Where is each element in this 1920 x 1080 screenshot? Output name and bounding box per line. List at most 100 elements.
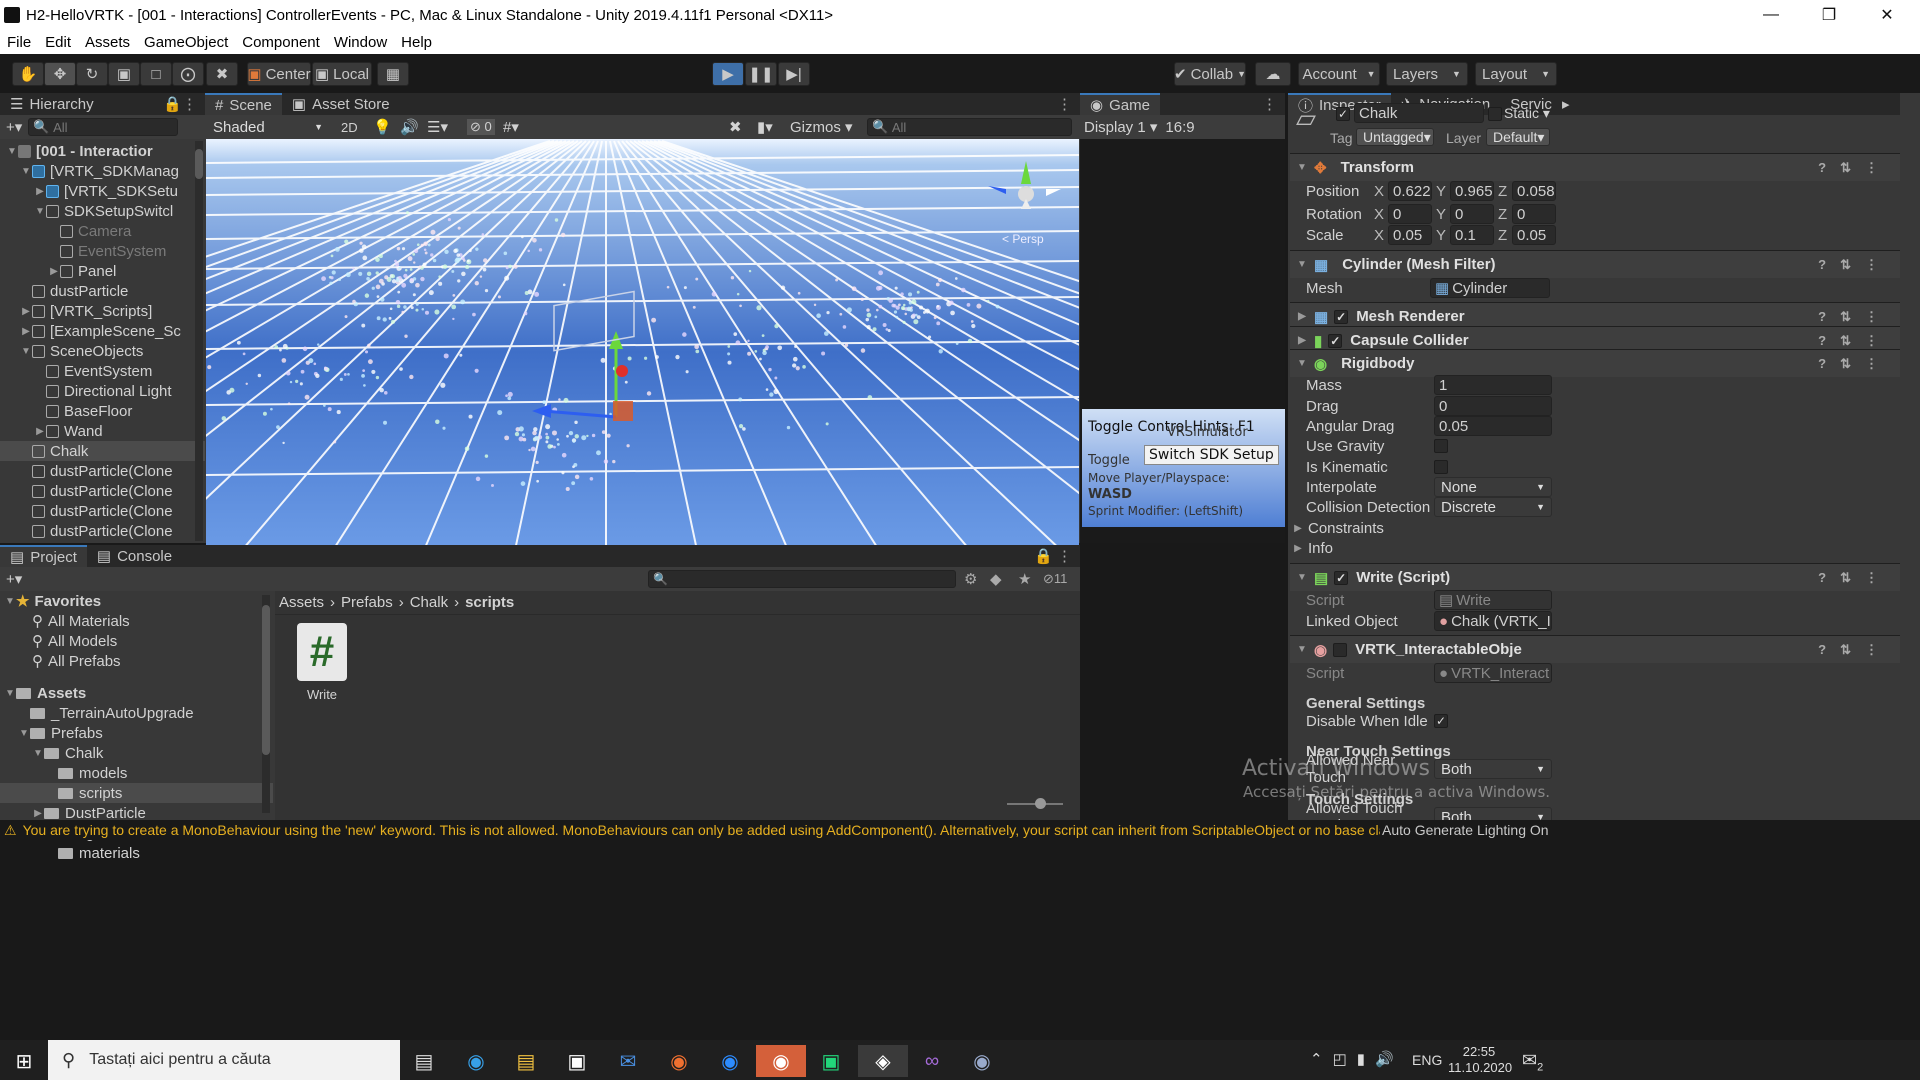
grid-toggle-icon[interactable]: #▾ — [503, 118, 519, 136]
hierarchy-item[interactable]: ▶ [VRTK_SDKSetu — [0, 181, 205, 201]
more-menu-icon[interactable]: ⋮ — [1865, 356, 1878, 372]
unity-icon[interactable]: ◈ — [858, 1045, 908, 1077]
hierarchy-item[interactable]: dustParticle(Clone — [0, 481, 205, 501]
more-menu-icon[interactable]: ⋮ — [1865, 160, 1878, 176]
menu-window[interactable]: Window — [327, 34, 394, 51]
allowed-near-touch-dropdown[interactable]: Both ▼ — [1434, 759, 1552, 779]
hierarchy-scene-root[interactable]: ▼ [001 - Interactior — [0, 141, 205, 161]
pause-button[interactable]: ❚❚ — [745, 62, 777, 86]
cloud-icon[interactable]: ☁ — [1255, 62, 1291, 86]
help-icon[interactable]: ? — [1818, 356, 1826, 372]
static-dropdown[interactable]: Static ▾ — [1504, 105, 1550, 122]
hidden-objects-toggle[interactable]: ⊘ 0 — [467, 119, 495, 135]
preset-icon[interactable]: ⇅ — [1840, 333, 1851, 349]
play-button[interactable]: ▶ — [712, 62, 744, 86]
scene-viewport[interactable]: < Persp — [206, 139, 1079, 565]
csharp-script-icon[interactable]: # — [297, 623, 347, 681]
asset-label[interactable]: Write — [297, 687, 347, 702]
is-kinematic-checkbox[interactable] — [1434, 460, 1448, 474]
collision-detection-dropdown[interactable]: Discrete ▼ — [1434, 497, 1552, 517]
more-menu-icon[interactable]: ⋮ — [1262, 95, 1277, 113]
transform-y-input[interactable]: 0.1 — [1450, 225, 1494, 245]
chevron-up-icon[interactable]: ⌃ — [1310, 1050, 1323, 1068]
tools-icon[interactable]: ✖ — [729, 118, 742, 136]
static-checkbox[interactable] — [1488, 107, 1502, 121]
help-icon[interactable]: ? — [1818, 257, 1826, 273]
app-icon[interactable]: ◉ — [960, 1045, 1004, 1077]
hierarchy-item[interactable]: ▶ Panel — [0, 261, 205, 281]
project-search-input[interactable]: 🔍 — [648, 570, 956, 588]
axis-z-label[interactable]: Z — [1498, 227, 1512, 244]
breadcrumb-item[interactable]: Assets — [279, 594, 324, 611]
breadcrumb-item[interactable]: scripts — [465, 594, 514, 611]
expand-arrow-icon[interactable]: ▶ — [20, 306, 32, 317]
tag-dropdown[interactable]: Untagged ▾ — [1356, 128, 1434, 146]
expand-arrow-icon[interactable]: ▼ — [20, 346, 32, 357]
persp-label[interactable]: < Persp — [1002, 232, 1044, 246]
status-bar[interactable]: ⚠ You are trying to create a MonoBehavio… — [0, 820, 1920, 840]
menu-component[interactable]: Component — [235, 34, 327, 51]
preset-icon[interactable]: ⇅ — [1840, 356, 1851, 372]
help-icon[interactable]: ? — [1818, 309, 1826, 325]
menu-edit[interactable]: Edit — [38, 34, 78, 51]
scale-tool-icon[interactable]: ▣ — [108, 62, 140, 86]
angular-drag-input[interactable]: 0.05 — [1434, 416, 1552, 436]
disable-when-idle-checkbox[interactable]: ✓ — [1434, 714, 1448, 728]
more-menu-icon[interactable]: ⋮ — [1865, 257, 1878, 273]
transform-y-input[interactable]: 0 — [1450, 204, 1494, 224]
asset-folder-item[interactable]: materials — [0, 843, 273, 863]
clock[interactable]: 22:55 11.10.2020 — [1448, 1044, 1512, 1076]
hierarchy-item[interactable]: BaseFloor — [0, 401, 205, 421]
interpolate-dropdown[interactable]: None ▼ — [1434, 477, 1552, 497]
hierarchy-item[interactable]: EventSystem — [0, 361, 205, 381]
transform-header[interactable]: ▼ ✥ Transform ? ⇅ ⋮ — [1290, 153, 1900, 181]
hierarchy-item[interactable]: dustParticle — [0, 281, 205, 301]
create-icon[interactable]: +▾ — [6, 570, 22, 588]
custom-tool-icon[interactable]: ✖ — [206, 62, 238, 86]
transform-z-input[interactable]: 0 — [1512, 204, 1556, 224]
battery-icon[interactable]: ▮ — [1357, 1050, 1365, 1068]
favorites-header[interactable]: ▼ ★ Favorites — [0, 591, 273, 611]
step-button[interactable]: ▶| — [778, 62, 810, 86]
hidden-packages-toggle[interactable]: ⊘11 — [1043, 571, 1067, 587]
rect-tool-icon[interactable]: □ — [140, 62, 172, 86]
pivot-center-button[interactable]: ▣ Center — [247, 62, 311, 86]
active-checkbox[interactable]: ✓ — [1336, 107, 1350, 121]
asset-folder-item[interactable]: ▼ Assets — [0, 683, 273, 703]
mesh-filter-header[interactable]: ▼ ▦ Cylinder (Mesh Filter) ? ⇅ ⋮ — [1290, 250, 1900, 278]
enabled-checkbox[interactable] — [1333, 642, 1348, 657]
expand-arrow-icon[interactable]: ▶ — [34, 426, 46, 437]
wifi-icon[interactable]: ◰ — [1333, 1050, 1347, 1068]
mesh-field[interactable]: ▦ Cylinder — [1430, 278, 1550, 298]
taskbar-search-box[interactable]: ⚲ Tastați aici pentru a căuta — [48, 1040, 400, 1080]
expand-arrow-icon[interactable]: ▶ — [20, 326, 32, 337]
expand-arrow-icon[interactable]: ▶ — [32, 808, 44, 819]
expand-arrow-icon[interactable]: ▼ — [6, 146, 18, 157]
effects-icon[interactable]: ☰▾ — [427, 118, 448, 136]
lock-icon[interactable]: 🔒 ⋮ — [1034, 547, 1072, 565]
project-tree-scrollbar[interactable] — [262, 595, 270, 813]
edge-browser-icon[interactable]: ◉ — [454, 1045, 498, 1077]
zoom-icon[interactable]: ◉ — [708, 1045, 752, 1077]
menu-assets[interactable]: Assets — [78, 34, 137, 51]
task-view-icon[interactable]: ▤ — [402, 1045, 446, 1077]
axis-z-label[interactable]: Z — [1498, 206, 1512, 223]
filter-label-icon[interactable]: ◆ — [990, 570, 1002, 588]
camera-icon[interactable]: ▮▾ — [757, 118, 773, 136]
asset-folder-item[interactable]: ▼ Chalk — [0, 743, 273, 763]
axis-x-label[interactable]: X — [1374, 183, 1388, 200]
volume-icon[interactable]: 🔊 — [1375, 1050, 1394, 1068]
tab-scene[interactable]: # Scene — [205, 93, 282, 115]
transform-z-input[interactable]: 0.05 — [1512, 225, 1556, 245]
rigidbody-header[interactable]: ▼ ◉ Rigidbody ? ⇅ ⋮ — [1290, 349, 1900, 377]
axis-y-label[interactable]: Y — [1436, 227, 1450, 244]
favorite-item[interactable]: ⚲ All Models — [0, 631, 273, 651]
layout-dropdown[interactable]: Layout ▼ — [1475, 62, 1557, 86]
file-explorer-icon[interactable]: ▤ — [504, 1045, 548, 1077]
shading-dropdown[interactable]: Shaded ▼ — [207, 117, 329, 137]
favorite-item[interactable]: ⚲ All Prefabs — [0, 651, 273, 671]
tab-hierarchy[interactable]: ☰ Hierarchy — [0, 93, 104, 115]
hierarchy-item[interactable]: Camera — [0, 221, 205, 241]
add-icon[interactable]: +▾ — [6, 118, 22, 136]
icon-size-slider[interactable] — [1007, 798, 1063, 809]
